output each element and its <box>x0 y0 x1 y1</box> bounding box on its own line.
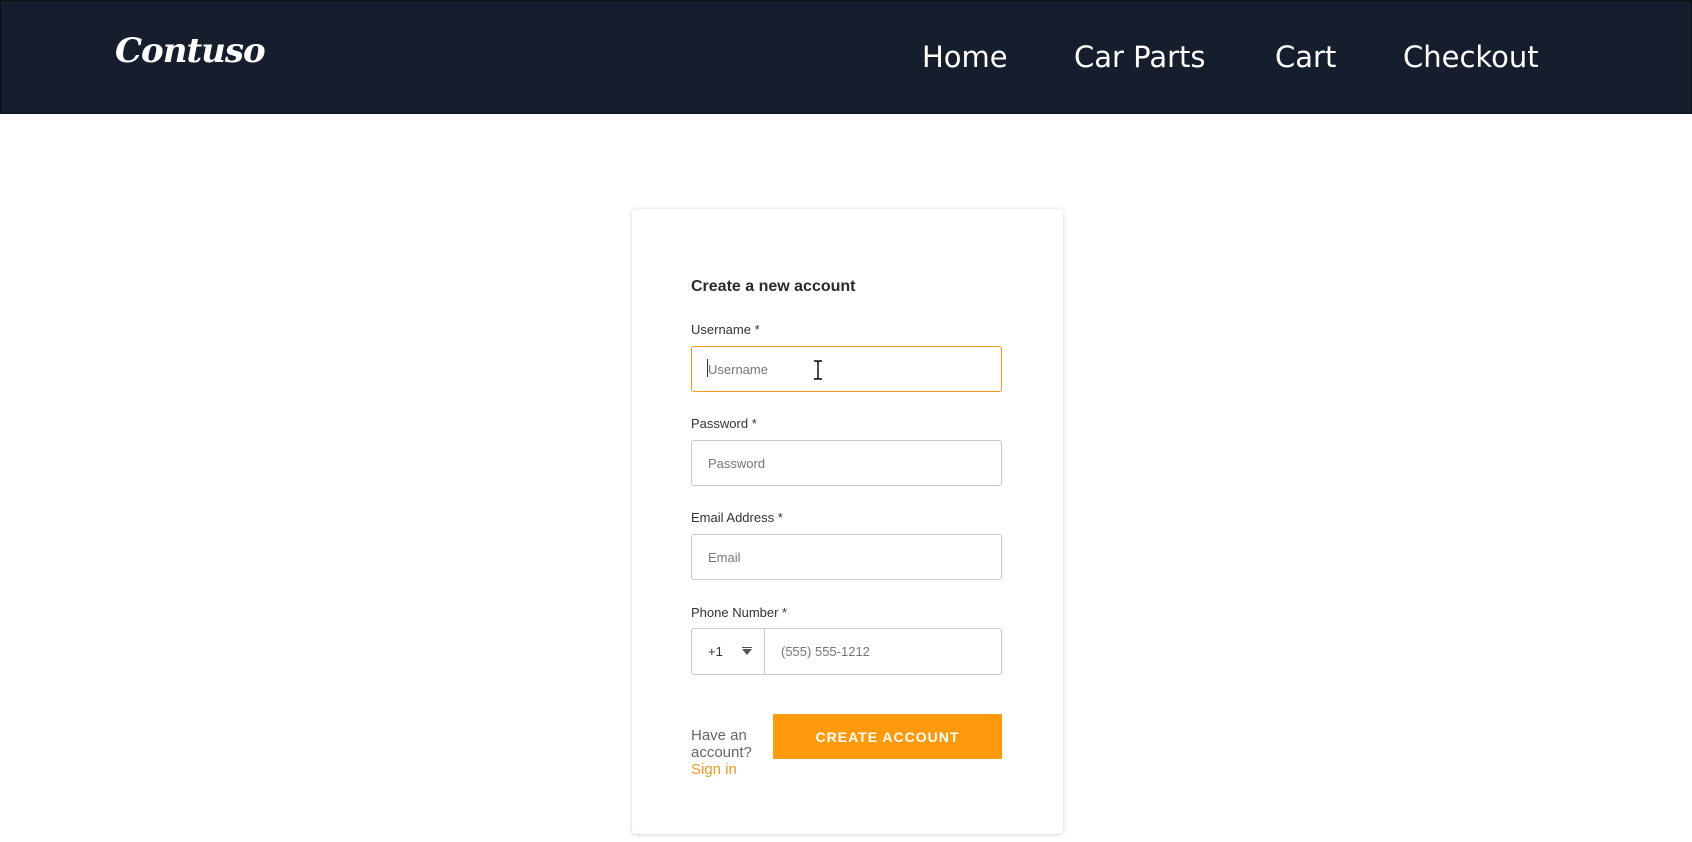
nav-link-checkout[interactable]: Checkout <box>1403 37 1539 77</box>
username-input[interactable] <box>691 346 1002 392</box>
main-nav: Home Car Parts Cart Checkout <box>1 37 1691 77</box>
text-cursor-icon <box>814 360 822 380</box>
create-account-card: Create a new account Username * Password… <box>632 209 1063 834</box>
sign-in-link[interactable]: Sign in <box>691 761 737 778</box>
password-input[interactable] <box>691 440 1002 486</box>
country-code-select[interactable]: +1 <box>692 629 765 674</box>
email-label: Email Address * <box>691 510 783 525</box>
dropdown-bar <box>742 647 752 648</box>
username-label: Username * <box>691 322 760 337</box>
create-account-button[interactable]: CREATE ACCOUNT <box>773 714 1002 759</box>
text-caret <box>707 359 708 377</box>
phone-label: Phone Number * <box>691 605 788 620</box>
chevron-down-icon <box>742 649 752 655</box>
country-code-value: +1 <box>708 644 723 659</box>
top-navigation-bar: Contuso Home Car Parts Cart Checkout <box>0 0 1692 114</box>
form-title: Create a new account <box>691 278 856 295</box>
phone-number-input[interactable] <box>766 629 1001 674</box>
nav-link-car-parts[interactable]: Car Parts <box>1074 37 1206 77</box>
have-account-text: Have an account? <box>691 727 752 761</box>
password-label: Password * <box>691 416 757 431</box>
phone-number-group: +1 <box>691 628 1002 675</box>
nav-link-cart[interactable]: Cart <box>1275 37 1336 77</box>
email-input[interactable] <box>691 534 1002 580</box>
nav-link-home[interactable]: Home <box>922 37 1008 77</box>
